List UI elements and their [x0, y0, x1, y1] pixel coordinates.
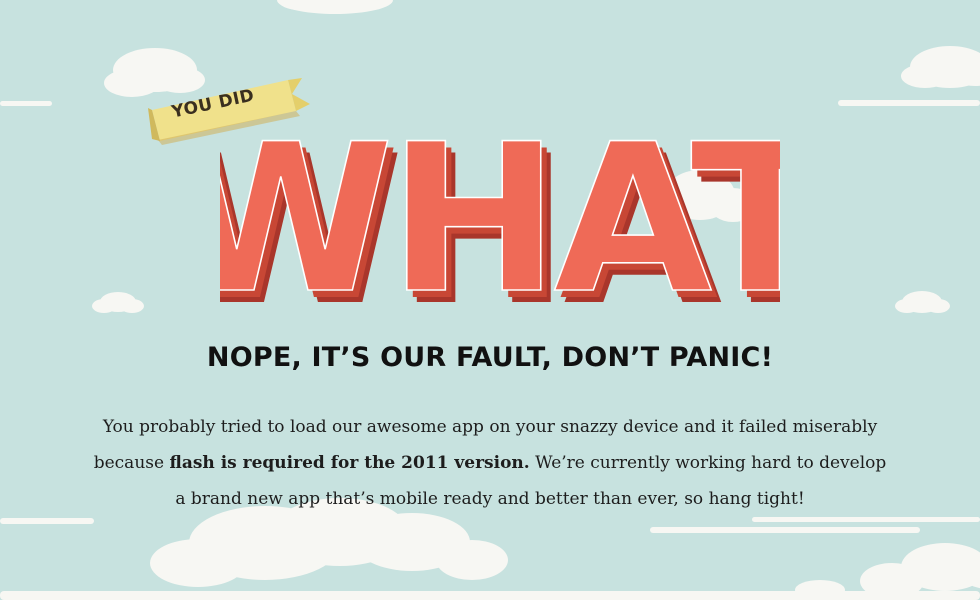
error-subtitle: NOPE, IT’S OUR FAULT, DON’T PANIC!	[206, 342, 774, 373]
what-headline: WHAT WHAT WHAT WHAT	[220, 92, 780, 322]
error-page: YOU DID WHAT WHAT WHAT WHAT NOPE, IT’S O…	[0, 0, 980, 600]
headline-inline-text: WHAT	[220, 101, 780, 322]
message-emphasis: flash is required for the 2011 version.	[169, 453, 530, 473]
headline-graphic: WHAT WHAT WHAT WHAT	[220, 100, 780, 322]
error-message: You probably tried to load our awesome a…	[90, 409, 890, 517]
